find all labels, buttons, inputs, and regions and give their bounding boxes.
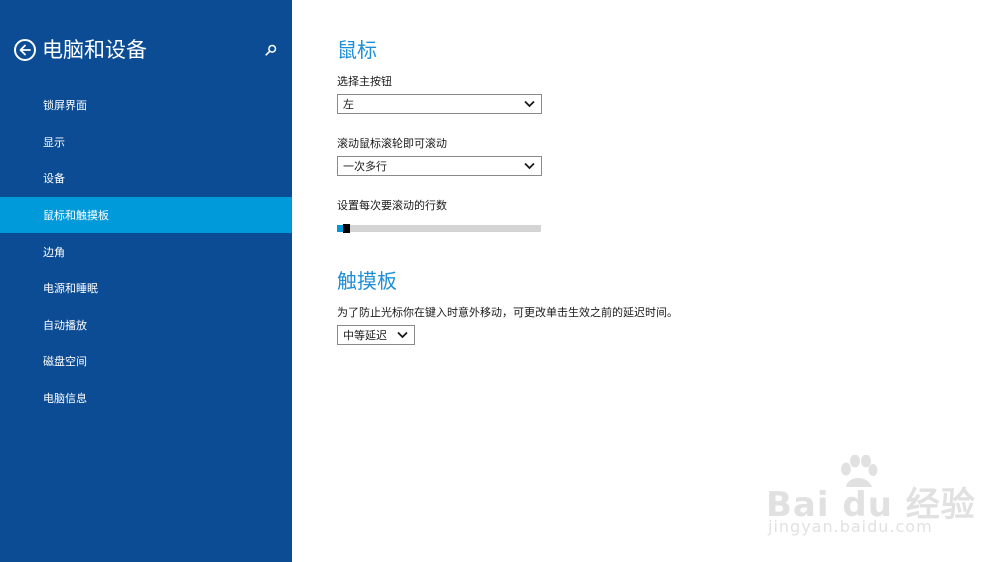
sidebar-nav: 锁屏界面 显示 设备 鼠标和触摸板 边角 电源和睡眠 自动播放 磁盘空间 电脑信…	[0, 87, 292, 416]
settings-window: 电脑和设备 锁屏界面 显示 设备 鼠标和触摸板 边角 电源和睡眠 自动播放 磁盘…	[0, 0, 1000, 562]
back-arrow-icon[interactable]	[14, 39, 36, 61]
sidebar-item-lock-screen[interactable]: 锁屏界面	[0, 87, 292, 124]
scroll-lines-slider[interactable]	[337, 224, 541, 233]
sidebar-item-label: 鼠标和触摸板	[43, 209, 109, 223]
sidebar-item-disk-space[interactable]: 磁盘空间	[0, 343, 292, 380]
chevron-down-icon	[397, 331, 408, 339]
chevron-down-icon	[524, 100, 535, 108]
sidebar-item-label: 边角	[43, 245, 65, 259]
touchpad-section-title: 触摸板	[337, 269, 397, 293]
sidebar-item-autoplay[interactable]: 自动播放	[0, 307, 292, 344]
slider-thumb[interactable]	[343, 224, 350, 233]
watermark-url: jingyan.baidu.com	[768, 517, 933, 536]
touchpad-delay-label: 为了防止光标你在键入时意外移动，可更改单击生效之前的延迟时间。	[337, 306, 678, 319]
sidebar-item-power-sleep[interactable]: 电源和睡眠	[0, 270, 292, 307]
scroll-lines-label: 设置每次要滚动的行数	[337, 199, 447, 212]
sidebar-item-display[interactable]: 显示	[0, 124, 292, 161]
watermark: Bai du 经验 jingyan.baidu.com	[760, 455, 975, 545]
sidebar-item-pc-info[interactable]: 电脑信息	[0, 380, 292, 417]
sidebar-title: 电脑和设备	[42, 38, 147, 62]
mouse-section-title: 鼠标	[337, 38, 377, 62]
sidebar-item-label: 电源和睡眠	[43, 282, 98, 296]
sidebar-item-corners[interactable]: 边角	[0, 233, 292, 270]
sidebar-item-mouse-touchpad[interactable]: 鼠标和触摸板	[0, 196, 292, 234]
sidebar-item-label: 磁盘空间	[43, 355, 87, 369]
search-icon[interactable]	[262, 41, 280, 59]
scroll-mode-value: 一次多行	[343, 160, 387, 173]
sidebar: 电脑和设备 锁屏界面 显示 设备 鼠标和触摸板 边角 电源和睡眠 自动播放 磁盘…	[0, 0, 292, 562]
primary-button-value: 左	[343, 98, 354, 111]
sidebar-item-devices[interactable]: 设备	[0, 160, 292, 197]
primary-button-label: 选择主按钮	[337, 75, 392, 88]
sidebar-item-label: 设备	[43, 172, 65, 186]
scroll-mode-select[interactable]: 一次多行	[337, 156, 542, 176]
sidebar-item-label: 电脑信息	[43, 392, 87, 406]
chevron-down-icon	[524, 162, 535, 170]
sidebar-item-label: 显示	[43, 135, 65, 149]
scroll-label: 滚动鼠标滚轮即可滚动	[337, 137, 447, 150]
touchpad-delay-value: 中等延迟	[343, 329, 387, 342]
primary-button-select[interactable]: 左	[337, 94, 542, 114]
touchpad-delay-select[interactable]: 中等延迟	[337, 325, 415, 345]
sidebar-item-label: 锁屏界面	[43, 99, 87, 113]
sidebar-item-label: 自动播放	[43, 318, 87, 332]
